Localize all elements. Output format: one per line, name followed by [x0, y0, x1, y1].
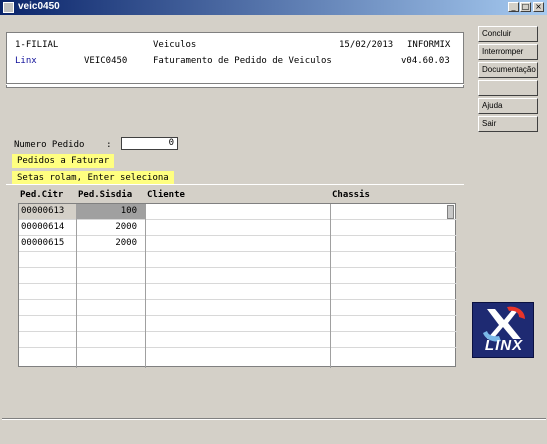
- cell-ped-sisdia: 100: [77, 204, 145, 219]
- order-number-input[interactable]: 0: [121, 137, 178, 150]
- cell-ped-citr: 00000615: [21, 238, 65, 248]
- close-button[interactable]: ×: [533, 2, 544, 12]
- column-divider: [330, 204, 331, 368]
- date-label: 15/02/2013: [339, 40, 394, 50]
- module-label: Veiculos: [153, 40, 197, 50]
- cell-ped-citr: 00000614: [21, 222, 65, 232]
- table-row[interactable]: [19, 332, 457, 348]
- column-divider: [76, 204, 77, 368]
- app-icon: [3, 2, 14, 13]
- maximize-button[interactable]: □: [520, 2, 531, 12]
- minimize-button[interactable]: _: [508, 2, 519, 12]
- column-header-ped-sisdia: Ped.Sisdia: [78, 190, 133, 200]
- version-label: v04.60.03: [401, 56, 450, 66]
- help-button[interactable]: Ajuda: [478, 98, 538, 114]
- program-header: 1-FILIAL Veiculos 15/02/2013 INFORMIX Li…: [6, 32, 464, 88]
- table-row[interactable]: [19, 300, 457, 316]
- cell-ped-sisdia: 2000: [115, 222, 137, 232]
- conclude-button[interactable]: Concluir: [478, 26, 538, 42]
- table-row[interactable]: [19, 284, 457, 300]
- divider: [6, 184, 464, 185]
- column-header-cliente: Cliente: [147, 190, 185, 200]
- table-row[interactable]: [19, 252, 457, 268]
- table-row[interactable]: 00000614 2000: [19, 220, 457, 236]
- scrollbar-thumb[interactable]: [447, 205, 454, 219]
- logo-text: LINX: [484, 337, 524, 354]
- program-title: Faturamento de Pedido de Veiculos: [153, 56, 332, 66]
- documentation-button[interactable]: Documentação: [478, 62, 538, 78]
- orders-table[interactable]: 00000613 100 00000614 2000 00000615 2000: [18, 203, 457, 368]
- column-header-chassis: Chassis: [332, 190, 370, 200]
- table-row[interactable]: [19, 268, 457, 284]
- linx-logo: LINX: [472, 302, 534, 358]
- program-code: VEIC0450: [84, 56, 128, 66]
- vendor-label: Linx: [15, 56, 37, 66]
- column-header-ped-citr: Ped.Citr: [20, 190, 64, 200]
- table-row[interactable]: [19, 348, 457, 364]
- database-label: INFORMIX: [407, 40, 451, 50]
- navigation-hint: Setas rolam, Enter seleciona: [12, 171, 174, 185]
- title-bar[interactable]: veic0450 _ □ ×: [0, 0, 547, 15]
- list-title: Pedidos a Faturar: [12, 154, 115, 168]
- column-divider: [145, 204, 146, 368]
- table-row[interactable]: 00000613 100: [19, 204, 457, 220]
- order-number-label: Numero Pedido :: [14, 140, 112, 150]
- table-row[interactable]: 00000615 2000: [19, 236, 457, 252]
- company-label: 1-FILIAL: [15, 40, 59, 50]
- cell-ped-sisdia: 2000: [115, 238, 137, 248]
- divider: [2, 418, 546, 420]
- blank-button[interactable]: [478, 80, 538, 96]
- interrupt-button[interactable]: Interromper: [478, 44, 538, 60]
- cell-ped-citr: 00000613: [19, 204, 76, 219]
- window-title: veic0450: [18, 1, 60, 12]
- table-row[interactable]: [19, 316, 457, 332]
- exit-button[interactable]: Sair: [478, 116, 538, 132]
- divider: [6, 83, 464, 85]
